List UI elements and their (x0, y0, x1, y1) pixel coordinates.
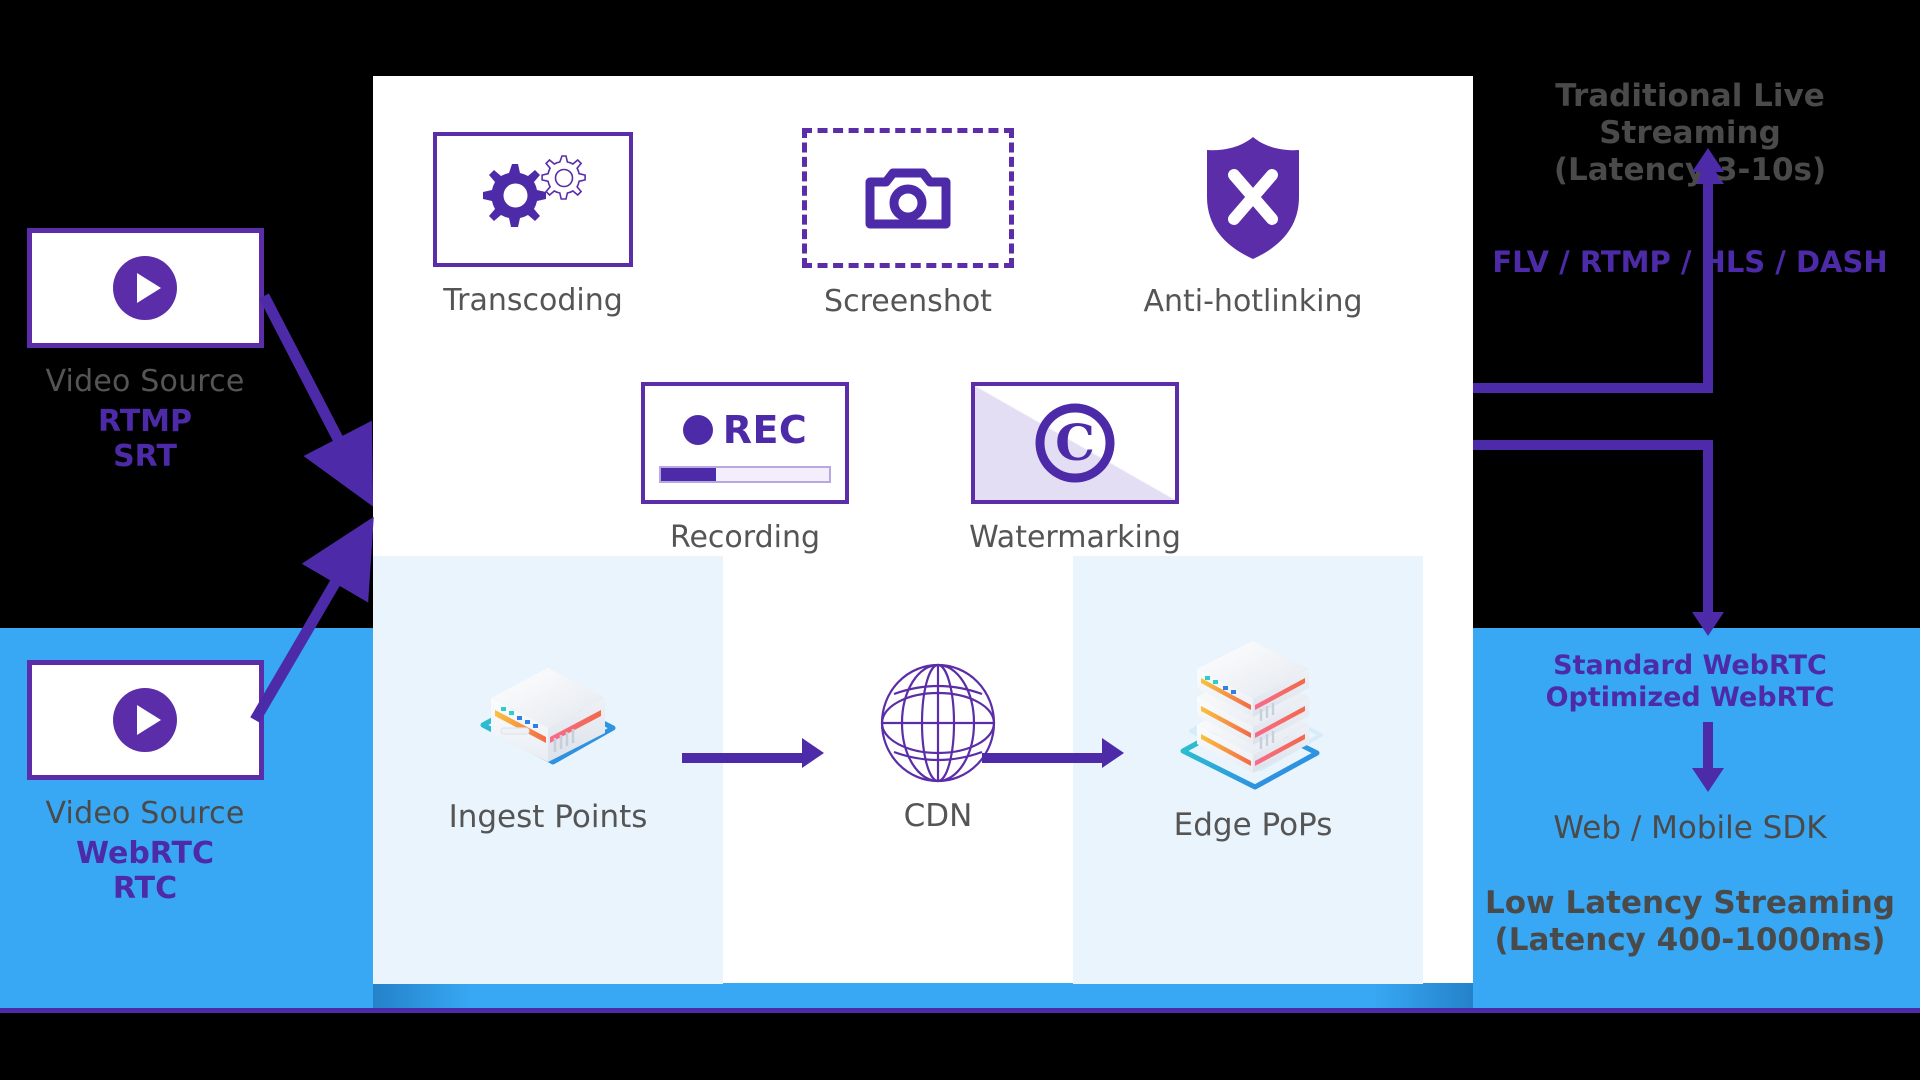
arrow-protocols-to-traditional-head (1692, 148, 1724, 172)
rec-text: REC (722, 408, 808, 452)
video-source-protocols: RTMP SRT (97, 404, 193, 474)
output-lowlatency-title: Low Latency Streaming (Latency 400-1000m… (1484, 885, 1895, 959)
feature-label: Recording (669, 520, 821, 555)
feature-anti-hotlinking[interactable]: Anti-hotlinking (1138, 128, 1368, 319)
output-traditional-title: Traditional Live Streaming (Latency 3-10… (1553, 78, 1827, 189)
arrow-to-sdk-line (1703, 722, 1713, 772)
feature-label: Watermarking (969, 520, 1181, 555)
arrow-to-sdk-head (1692, 768, 1724, 792)
play-icon (113, 256, 177, 320)
video-thumb-webrtc (26, 660, 264, 780)
arrow-cdn-to-edge-head (1102, 738, 1124, 768)
pipeline-edge-pops[interactable]: Edge PoPs (1138, 641, 1368, 843)
band-underline (0, 1008, 1920, 1013)
feature-watermarking[interactable]: C Watermarking (965, 382, 1185, 555)
arrow-ingest-to-cdn-head (802, 738, 824, 768)
pipeline-label: CDN (903, 798, 973, 834)
feature-label: Transcoding (443, 283, 623, 318)
play-icon (113, 688, 177, 752)
server-stack-icon (1138, 641, 1368, 793)
arrow-protocols-to-traditional-line (1703, 172, 1713, 234)
video-source-webrtc: Video Source WebRTC RTC (0, 660, 290, 907)
camera-icon (802, 128, 1014, 268)
video-source-protocols: WebRTC RTC (75, 836, 215, 906)
output-traditional-protocols: FLV / RTMP / HLS / DASH (1492, 245, 1888, 279)
gears-icon (433, 132, 633, 267)
arrow-to-lowlatency (1692, 612, 1724, 636)
connector-traditional-horizontal (1473, 383, 1713, 393)
record-dot-icon (682, 415, 713, 445)
video-source-label: Video Source (45, 796, 245, 831)
shield-x-icon (1138, 128, 1368, 268)
pipeline-cdn[interactable]: CDN (838, 662, 1038, 834)
pipeline-label: Edge PoPs (1173, 807, 1333, 843)
diagram-canvas: Video Source RTMP SRT Video Source WebRT… (0, 0, 1920, 1080)
output-lowlatency-protocols: Standard WebRTC Optimized WebRTC (1545, 650, 1835, 714)
arrow-ingest-to-cdn-line (682, 753, 802, 763)
video-source-rtmp: Video Source RTMP SRT (0, 228, 290, 475)
connector-lowlatency-horizontal (1473, 440, 1713, 450)
svg-text:C: C (1055, 413, 1095, 472)
pipeline-ingest-points[interactable]: Ingest Points (438, 655, 658, 835)
recording-progress-bar (659, 466, 831, 483)
server-box-icon (438, 655, 658, 785)
video-source-label: Video Source (45, 364, 245, 399)
pipeline-label: Ingest Points (448, 799, 648, 835)
feature-label: Screenshot (824, 284, 992, 319)
rec-icon: REC (641, 382, 849, 504)
video-thumb-rtmp (26, 228, 264, 348)
output-sdk: Web / Mobile SDK (1553, 810, 1827, 846)
globe-icon (838, 662, 1038, 784)
connector-lowlatency-vertical (1703, 440, 1713, 615)
feature-label: Anti-hotlinking (1143, 284, 1363, 319)
arrow-cdn-to-edge-line (982, 753, 1102, 763)
feature-screenshot[interactable]: Screenshot (798, 128, 1018, 319)
feature-recording[interactable]: REC Recording (635, 382, 855, 555)
copyright-icon: C (971, 382, 1179, 504)
feature-transcoding[interactable]: Transcoding (423, 132, 643, 318)
